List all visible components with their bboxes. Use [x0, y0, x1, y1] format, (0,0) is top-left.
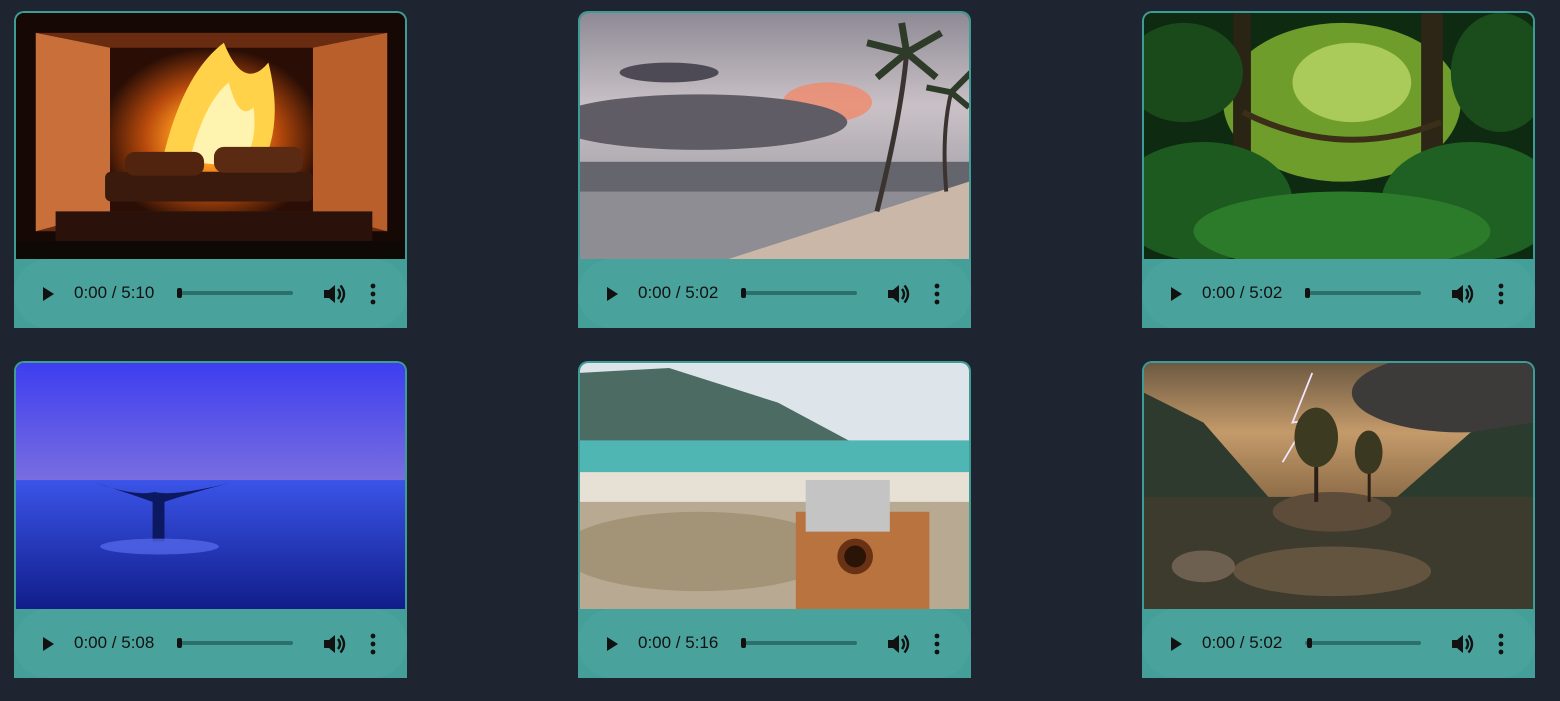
time-display: 0:00 / 5:02 [1202, 283, 1283, 302]
seek-slider[interactable] [177, 288, 293, 298]
play-icon[interactable] [1166, 634, 1186, 654]
sound-card: 0:00 / 5:08 [14, 361, 407, 678]
more-vertical-icon[interactable] [929, 283, 945, 305]
volume-icon[interactable] [322, 633, 346, 655]
audio-player: 0:00 / 5:10 [14, 259, 407, 328]
more-vertical-icon[interactable] [1493, 633, 1509, 655]
seek-slider[interactable] [741, 638, 857, 648]
more-vertical-icon[interactable] [1493, 283, 1509, 305]
audio-player: 0:00 / 5:02 [1142, 609, 1535, 678]
sound-card: 0:00 / 5:16 [578, 361, 971, 678]
seek-knob[interactable] [741, 638, 746, 648]
volume-icon[interactable] [1450, 633, 1474, 655]
time-display: 0:00 / 5:02 [638, 283, 719, 302]
time-display: 0:00 / 5:02 [1202, 633, 1283, 652]
audio-player: 0:00 / 5:08 [14, 609, 407, 678]
seek-knob[interactable] [741, 288, 746, 298]
more-vertical-icon[interactable] [929, 633, 945, 655]
play-icon[interactable] [38, 634, 58, 654]
volume-icon[interactable] [1450, 283, 1474, 305]
time-display: 0:00 / 5:10 [74, 283, 155, 302]
volume-icon[interactable] [886, 633, 910, 655]
audio-player: 0:00 / 5:02 [578, 259, 971, 328]
play-icon[interactable] [38, 284, 58, 304]
beach-palms-image [578, 11, 971, 259]
seek-knob[interactable] [177, 638, 182, 648]
fireplace-image [14, 11, 407, 259]
seek-knob[interactable] [1305, 288, 1310, 298]
sound-card: 0:00 / 5:02 [1142, 11, 1535, 328]
volume-icon[interactable] [886, 283, 910, 305]
sound-card: 0:00 / 5:02 [1142, 361, 1535, 678]
more-vertical-icon[interactable] [365, 283, 381, 305]
whale-tail-image [14, 361, 407, 609]
volume-icon[interactable] [322, 283, 346, 305]
audio-player: 0:00 / 5:16 [578, 609, 971, 678]
play-icon[interactable] [602, 634, 622, 654]
sound-card: 0:00 / 5:10 [14, 11, 407, 328]
kalimba-beach-image [578, 361, 971, 609]
time-display: 0:00 / 5:16 [638, 633, 719, 652]
play-icon[interactable] [602, 284, 622, 304]
seek-slider[interactable] [741, 288, 857, 298]
seek-slider[interactable] [1305, 288, 1421, 298]
more-vertical-icon[interactable] [365, 633, 381, 655]
play-icon[interactable] [1166, 284, 1186, 304]
time-display: 0:00 / 5:08 [74, 633, 155, 652]
lake-lightning-image [1142, 361, 1535, 609]
seek-slider[interactable] [177, 638, 293, 648]
seek-knob[interactable] [177, 288, 182, 298]
seek-slider[interactable] [1305, 638, 1421, 648]
seek-knob[interactable] [1307, 638, 1312, 648]
sound-grid: 0:00 / 5:10 0:00 / 5:02 0:00 / 5:02 0:00… [0, 0, 1560, 701]
sound-card: 0:00 / 5:02 [578, 11, 971, 328]
audio-player: 0:00 / 5:02 [1142, 259, 1535, 328]
jungle-image [1142, 11, 1535, 259]
